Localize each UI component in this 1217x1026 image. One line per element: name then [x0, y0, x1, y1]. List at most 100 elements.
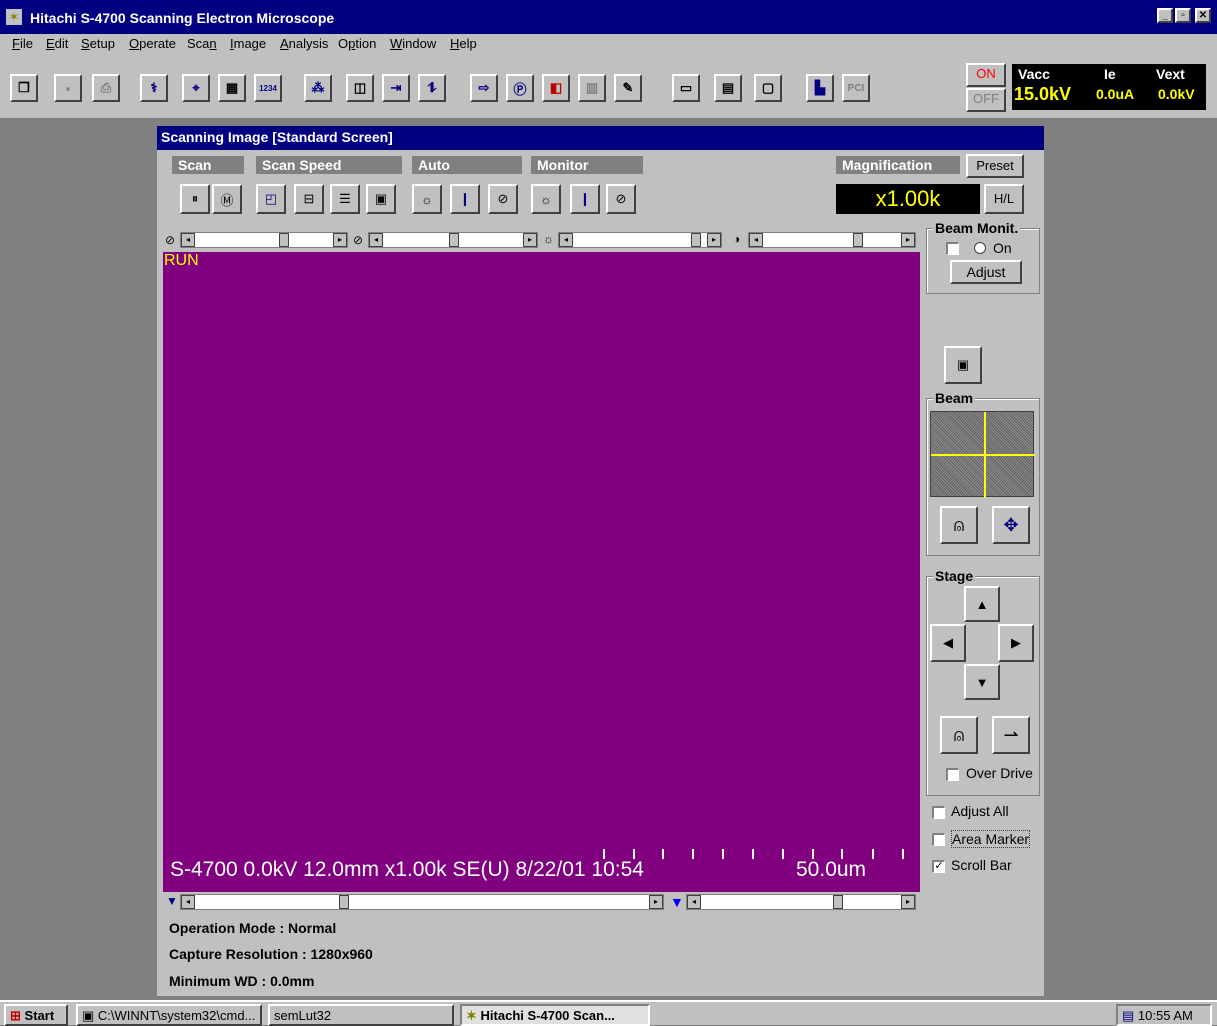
menu-analysis[interactable]: Analysis: [280, 36, 328, 51]
memory-icon[interactable]: Ⓜ: [212, 184, 242, 214]
color-icon[interactable]: ◧: [542, 74, 570, 102]
stage-step-icon[interactable]: ⇀: [992, 716, 1030, 754]
slow-scan-one-icon[interactable]: ⊟: [294, 184, 324, 214]
pause-icon[interactable]: ⏸: [180, 184, 210, 214]
scroll-bar-checkbox[interactable]: ✓: [932, 860, 945, 873]
arrow-left-icon[interactable]: ◂: [559, 233, 573, 247]
menu-setup[interactable]: Setup: [81, 36, 115, 51]
window-two-icon[interactable]: ▤: [714, 74, 742, 102]
monitor-brightness-icon[interactable]: ☼: [531, 184, 561, 214]
pci-icon[interactable]: PCI: [842, 74, 870, 102]
focus-coarse-slider[interactable]: ◂ ▸: [180, 894, 664, 910]
compare-icon[interactable]: ▥: [578, 74, 606, 102]
slider-thumb[interactable]: [339, 895, 349, 909]
auto-brightness-icon[interactable]: ☼: [412, 184, 442, 214]
task-cmd[interactable]: ▣ C:\WINNT\system32\cmd...: [76, 1004, 262, 1026]
power-off-button[interactable]: OFF: [966, 88, 1006, 112]
hl-button[interactable]: H/L: [984, 184, 1024, 214]
center-arrows-icon[interactable]: ✥: [992, 506, 1030, 544]
start-button[interactable]: ⊞ Start: [4, 1004, 68, 1026]
rapid-scan-icon[interactable]: ◰: [256, 184, 286, 214]
arrow-left-icon[interactable]: ◂: [369, 233, 383, 247]
title-bar[interactable]: ✶ Hitachi S-4700 Scanning Electron Micro…: [0, 0, 1217, 34]
calculator-icon[interactable]: ▦: [218, 74, 246, 102]
stage-right-icon[interactable]: ▶: [998, 624, 1034, 662]
window-one-icon[interactable]: ▭: [672, 74, 700, 102]
split-screen-icon[interactable]: ◫: [346, 74, 374, 102]
tray-icon[interactable]: ▤: [1122, 1008, 1134, 1023]
stage-down-icon[interactable]: ▼: [964, 664, 1000, 700]
task-semlut[interactable]: semLut32: [268, 1004, 454, 1026]
slider-thumb[interactable]: [691, 233, 701, 247]
preset-button[interactable]: Preset: [966, 154, 1024, 178]
arrow-right-icon[interactable]: ▸: [649, 895, 663, 909]
monitor-focus-icon[interactable]: ❙: [570, 184, 600, 214]
arrow-left-icon[interactable]: ◂: [749, 233, 763, 247]
stigma-icon[interactable]: ⥮: [418, 74, 446, 102]
task-hitachi[interactable]: ✶ Hitachi S-4700 Scan...: [460, 1004, 650, 1026]
arrow-right-icon[interactable]: ▸: [707, 233, 721, 247]
slider-thumb[interactable]: [853, 233, 863, 247]
close-button[interactable]: ✕: [1195, 8, 1211, 23]
save-icon[interactable]: ▪: [54, 74, 82, 102]
arrow-left-icon[interactable]: ◂: [181, 233, 195, 247]
menu-scan[interactable]: Scan: [187, 36, 217, 51]
arrow-left-icon[interactable]: ◂: [181, 895, 195, 909]
mouse-icon[interactable]: ⍝: [940, 506, 978, 544]
monitor-stigma-icon[interactable]: ⊘: [606, 184, 636, 214]
power-on-button[interactable]: ON: [966, 63, 1006, 87]
maximize-button[interactable]: ▫: [1175, 8, 1191, 23]
scan-image-area[interactable]: [163, 252, 920, 892]
stigma-y-slider[interactable]: ◂ ▸: [368, 232, 538, 248]
menu-file[interactable]: File: [12, 36, 33, 51]
adjust-all-checkbox[interactable]: [932, 806, 945, 819]
stigma-x-slider[interactable]: ◂ ▸: [180, 232, 348, 248]
window-three-icon[interactable]: ▢: [754, 74, 782, 102]
signal-icon[interactable]: ⇨: [470, 74, 498, 102]
windows-icon[interactable]: ❐: [10, 74, 38, 102]
grid-window-icon[interactable]: ▣: [944, 346, 982, 384]
slider-thumb[interactable]: [279, 233, 289, 247]
arrow-left-icon[interactable]: ◂: [687, 895, 701, 909]
arrow-right-icon[interactable]: ▸: [333, 233, 347, 247]
arrow-right-icon[interactable]: ▸: [901, 233, 915, 247]
crosshair-icon[interactable]: ⌖: [182, 74, 210, 102]
capture-scan-icon[interactable]: ▣: [366, 184, 396, 214]
contrast-slider[interactable]: ◂ ▸: [748, 232, 916, 248]
beam-monit-adjust-button[interactable]: Adjust: [950, 260, 1022, 284]
measure-icon[interactable]: ⇥: [382, 74, 410, 102]
arrow-right-icon[interactable]: ▸: [523, 233, 537, 247]
stage-up-icon[interactable]: ▲: [964, 586, 1000, 622]
photo-icon[interactable]: Ⓟ: [506, 74, 534, 102]
menu-help[interactable]: Help: [450, 36, 477, 51]
brightness-slider[interactable]: ◂ ▸: [558, 232, 722, 248]
beam-align-icon[interactable]: ⁂: [304, 74, 332, 102]
beam-monit-checkbox[interactable]: [946, 242, 959, 255]
slider-thumb[interactable]: [833, 895, 843, 909]
column-icon[interactable]: ⚕: [140, 74, 168, 102]
print-icon[interactable]: ⎙: [92, 74, 120, 102]
auto-stigma-icon[interactable]: ⊘: [488, 184, 518, 214]
menu-edit[interactable]: Edit: [46, 36, 68, 51]
minimize-button[interactable]: _: [1157, 8, 1173, 23]
over-drive-checkbox[interactable]: [946, 768, 959, 781]
slow-scan-two-icon[interactable]: ☰: [330, 184, 360, 214]
menu-window[interactable]: Window: [390, 36, 436, 51]
menu-operate[interactable]: Operate: [129, 36, 176, 51]
stage-left-icon[interactable]: ◀: [930, 624, 966, 662]
counter-icon[interactable]: 1234: [254, 74, 282, 102]
stage-mouse-icon[interactable]: ⍝: [940, 716, 978, 754]
beam-monit-radio[interactable]: [974, 242, 986, 254]
arrow-right-icon[interactable]: ▸: [901, 895, 915, 909]
area-marker-checkbox[interactable]: [932, 833, 945, 846]
beam-position-pad[interactable]: [930, 411, 1035, 498]
histogram-icon[interactable]: ▙: [806, 74, 834, 102]
app-icon[interactable]: ✶: [6, 9, 22, 25]
auto-focus-icon[interactable]: ❙: [450, 184, 480, 214]
menu-image[interactable]: Image: [230, 36, 266, 51]
focus-fine-slider[interactable]: ◂ ▸: [686, 894, 916, 910]
menu-option[interactable]: Option: [338, 36, 376, 51]
slider-thumb[interactable]: [449, 233, 459, 247]
annotation-icon[interactable]: ✎: [614, 74, 642, 102]
beam-status-panel: Vacc 15.0kV Ie 0.0uA Vext 0.0kV: [1012, 64, 1206, 110]
